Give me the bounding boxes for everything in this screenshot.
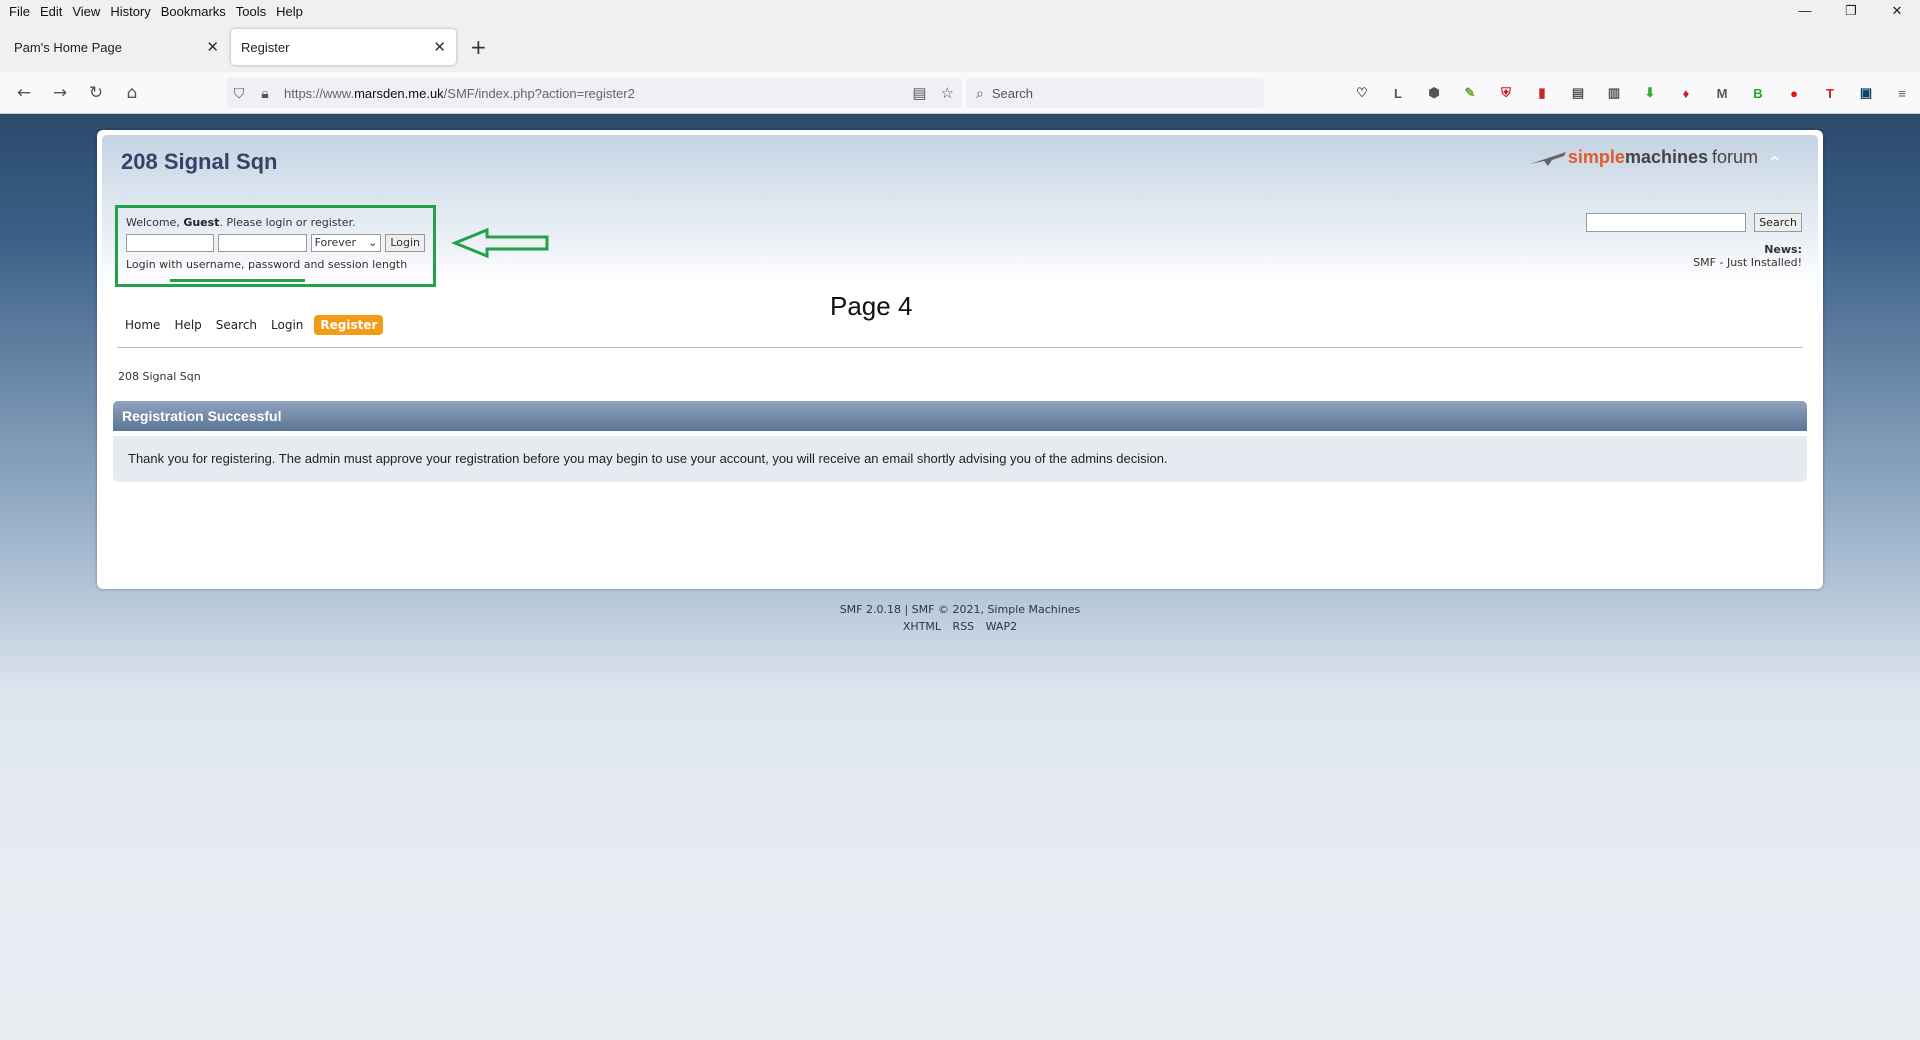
registration-message: Thank you for registering. The admin mus…	[113, 436, 1807, 482]
page-viewport: 208 Signal Sqn simple machines forum ⌃ Wel…	[0, 114, 1920, 1040]
url-text[interactable]: https://www.marsden.me.uk/SMF/index.php?…	[284, 86, 635, 101]
extension-b-icon[interactable]: B	[1740, 86, 1776, 101]
close-tab-icon[interactable]: ✕	[433, 38, 446, 56]
tab-register[interactable]: Register ✕	[231, 29, 456, 65]
extension-columns-icon[interactable]: ▥	[1596, 85, 1632, 101]
ublock-icon[interactable]: ⛨	[1488, 85, 1524, 101]
footer-link-wap2[interactable]: WAP2	[986, 620, 1017, 633]
news-label: News:	[1764, 243, 1802, 256]
registration-header: Registration Successful	[113, 401, 1807, 431]
forum-search-form: Search	[1586, 213, 1802, 232]
divider	[117, 347, 1803, 348]
close-tab-icon[interactable]: ✕	[206, 38, 219, 56]
extension-square-icon[interactable]: ▣	[1848, 85, 1884, 101]
tab-bar: Pam's Home Page ✕ Register ✕ +	[0, 22, 1920, 72]
annotation-page-label: Page 4	[830, 291, 913, 321]
forward-icon[interactable]: →	[42, 83, 78, 103]
forum-header: 208 Signal Sqn simple machines forum ⌃ Wel…	[102, 135, 1818, 575]
bookmark-star-icon[interactable]: ☆	[941, 84, 954, 102]
collapse-header-icon[interactable]: ⌃	[1767, 153, 1782, 174]
menu-search[interactable]: Search	[213, 316, 260, 334]
tab-title: Register	[241, 39, 290, 55]
menu-tools[interactable]: Tools	[231, 4, 271, 19]
forum-title[interactable]: 208 Signal Sqn	[121, 149, 278, 175]
reader-view-icon[interactable]: ▤	[912, 84, 926, 102]
copyright-text[interactable]: SMF 2.0.18 | SMF © 2021, Simple Machines	[0, 603, 1920, 616]
restore-button[interactable]: ❐	[1828, 0, 1874, 22]
chevron-down-icon: ⌄	[368, 236, 378, 249]
menu-bookmarks[interactable]: Bookmarks	[156, 4, 231, 19]
smf-logo: simple machines forum	[1528, 147, 1758, 168]
username-input[interactable]	[126, 234, 215, 252]
menu-view[interactable]: View	[67, 4, 105, 19]
shield-icon[interactable]: ⛉	[226, 85, 252, 102]
navigation-toolbar: ← → ↻ ⌂ ⛉ 🔒︎ https://www.marsden.me.uk/S…	[0, 72, 1920, 114]
extension-key-icon[interactable]: ♦	[1668, 86, 1704, 101]
news-box: News: SMF - Just Installed!	[1693, 243, 1802, 269]
menubar: File Edit View History Bookmarks Tools H…	[0, 0, 1920, 22]
smf-logo-icon	[1529, 151, 1566, 166]
main-menu: Home Help Search Login Register	[122, 315, 384, 335]
window-controls: — ❐ ✕	[1782, 0, 1920, 22]
search-icon: ⌕	[976, 84, 984, 101]
login-row: Forever ⌄ Login	[126, 234, 425, 252]
address-bar[interactable]: ⛉ 🔒︎ https://www.marsden.me.uk/SMF/index…	[226, 78, 962, 108]
forum-search-button[interactable]: Search	[1754, 213, 1802, 232]
login-hint: Login with username, password and sessio…	[126, 258, 408, 271]
breadcrumb[interactable]: 208 Signal Sqn	[118, 370, 201, 383]
app-menu-icon[interactable]: ≡	[1884, 86, 1920, 101]
search-bar-placeholder: Search	[991, 85, 1034, 101]
pdf-icon[interactable]: ▮	[1524, 85, 1560, 101]
menu-login[interactable]: Login	[268, 316, 306, 334]
close-window-button[interactable]: ✕	[1874, 0, 1920, 22]
extensions-toolbar: ♡ L ⬢ ✎ ⛨ ▮ ▤ ▥ ⬇ ♦ M B ● T ▣ ≡	[1344, 72, 1920, 114]
extension-list-icon[interactable]: ▤	[1560, 85, 1596, 101]
login-button[interactable]: Login	[385, 234, 425, 252]
menu-edit[interactable]: Edit	[35, 4, 67, 19]
new-tab-button[interactable]: +	[470, 35, 487, 59]
reload-icon[interactable]: ↻	[78, 83, 114, 103]
footer-link-xhtml[interactable]: XHTML	[903, 620, 941, 633]
forum-search-input[interactable]	[1586, 213, 1747, 232]
extension-shield-icon[interactable]: ⬢	[1416, 85, 1452, 101]
minimize-button[interactable]: —	[1782, 0, 1828, 22]
extension-t-icon[interactable]: T	[1812, 86, 1848, 101]
extension-pen-icon[interactable]: ✎	[1452, 85, 1488, 101]
opera-icon[interactable]: ●	[1776, 86, 1812, 101]
session-length-select[interactable]: Forever ⌄	[310, 234, 382, 252]
menu-help-link[interactable]: Help	[171, 316, 204, 334]
back-icon[interactable]: ←	[6, 83, 42, 103]
tab-title: Pam's Home Page	[14, 39, 122, 55]
menu-help[interactable]: Help	[271, 4, 308, 19]
menu-history[interactable]: History	[105, 4, 155, 19]
password-input[interactable]	[218, 234, 307, 252]
tab-pams-home-page[interactable]: Pam's Home Page ✕	[4, 29, 229, 65]
menu-register[interactable]: Register	[314, 315, 384, 335]
extension-l-icon[interactable]: L	[1380, 86, 1416, 101]
user-login-box: Welcome, Guest. Please login or register…	[115, 205, 436, 287]
footer-links: XHTML RSS WAP2	[0, 620, 1920, 633]
lock-icon[interactable]: 🔒︎	[252, 85, 278, 102]
menu-home[interactable]: Home	[122, 316, 163, 334]
download-icon[interactable]: ⬇	[1632, 85, 1668, 101]
forum-wrapper: 208 Signal Sqn simple machines forum ⌃ Wel…	[97, 130, 1823, 589]
pocket-icon[interactable]: ♡	[1344, 85, 1380, 101]
news-text: SMF - Just Installed!	[1693, 256, 1802, 269]
home-icon[interactable]: ⌂	[114, 83, 150, 103]
forum-footer: SMF 2.0.18 | SMF © 2021, Simple Machines…	[0, 603, 1920, 633]
annotation-arrow-icon	[451, 227, 549, 259]
search-bar[interactable]: ⌕ Search	[966, 78, 1264, 108]
extension-m-icon[interactable]: M	[1704, 86, 1740, 101]
annotation-underline	[170, 279, 305, 282]
footer-link-rss[interactable]: RSS	[953, 620, 975, 633]
welcome-text: Welcome, Guest. Please login or register…	[126, 216, 356, 229]
menu-file[interactable]: File	[4, 4, 35, 19]
